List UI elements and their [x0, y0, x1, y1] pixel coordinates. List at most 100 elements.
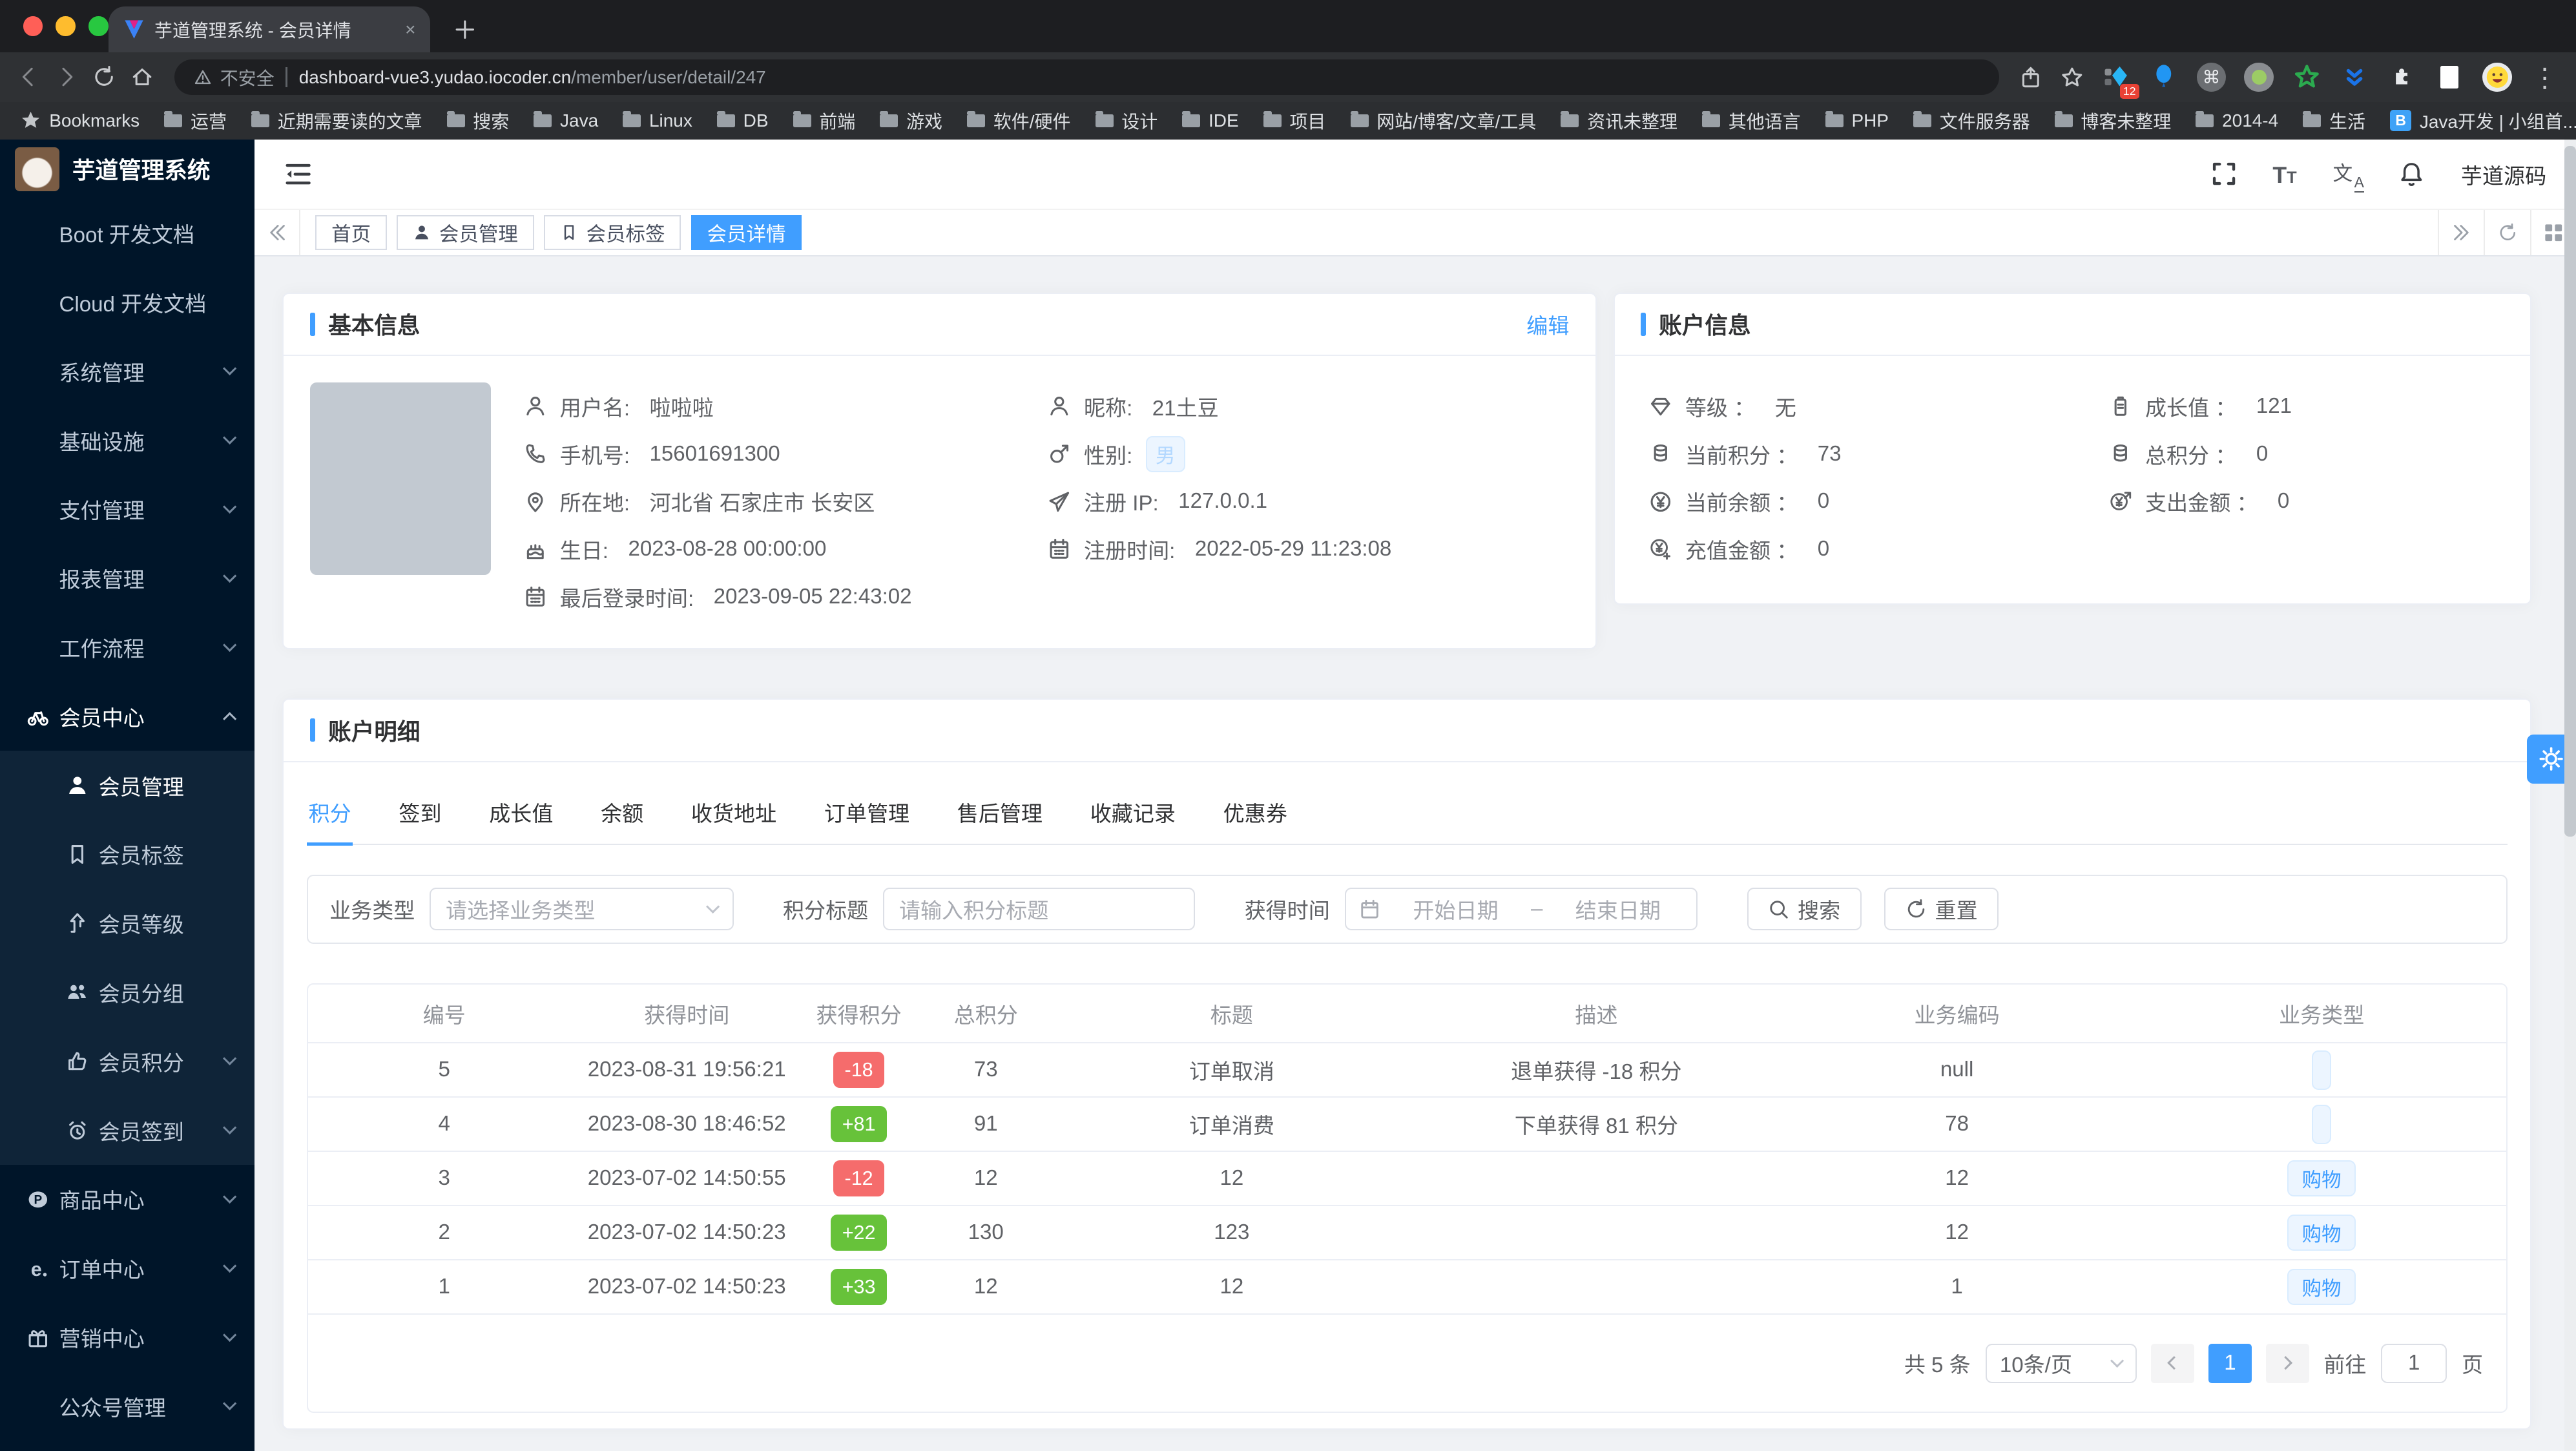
tab-balance[interactable]: 余额	[599, 785, 645, 844]
bookmark-folder[interactable]: 近期需要读的文章	[251, 108, 422, 134]
minimize-window-button[interactable]	[56, 16, 76, 36]
sidebar-item-member-level[interactable]: 会员等级	[0, 888, 255, 958]
bookmark-folder[interactable]: 博客未整理	[2054, 108, 2171, 134]
back-icon[interactable]	[16, 65, 41, 89]
extension-window-icon[interactable]	[2435, 63, 2464, 92]
zoom-window-button[interactable]	[88, 16, 109, 36]
bookmark-folder[interactable]: 游戏	[880, 108, 942, 134]
extension-pinia-icon[interactable]: 12	[2101, 63, 2139, 99]
biz-type-select[interactable]: 请选择业务类型	[430, 888, 734, 931]
forward-icon[interactable]	[54, 65, 79, 89]
sidebar-item-member-points[interactable]: 会员积分	[0, 1027, 255, 1096]
points-title-input[interactable]: 请输入积分标题	[883, 888, 1196, 931]
extension-command-icon[interactable]: ⌘	[2196, 62, 2227, 92]
user-account[interactable]: 芋道源码	[2461, 159, 2546, 190]
next-page-button[interactable]	[2266, 1343, 2309, 1383]
profile-avatar[interactable]	[2482, 62, 2512, 92]
extension-balloon-icon[interactable]	[2149, 63, 2179, 92]
collapse-sidebar-icon[interactable]	[284, 160, 312, 188]
extension-star-icon[interactable]	[2292, 63, 2322, 92]
tag-member-manage[interactable]: 会员管理	[397, 215, 534, 250]
page-1-button[interactable]: 1	[2208, 1343, 2252, 1383]
sidebar-item-official-account[interactable]: 公众号管理	[0, 1372, 254, 1441]
font-size-icon[interactable]: TT	[2272, 159, 2296, 189]
sidebar-item-boot-docs[interactable]: Boot 开发文档	[0, 199, 254, 268]
bookmark-java-dev[interactable]: B Java开发 | 小组首...	[2390, 108, 2576, 134]
scrollbar-track[interactable]	[2564, 140, 2576, 1451]
bookmark-folder[interactable]: 软件/硬件	[967, 108, 1070, 134]
tags-scroll-left-button[interactable]	[254, 209, 301, 255]
tab-address[interactable]: 收货地址	[689, 785, 778, 844]
sidebar-item-product-center[interactable]: P 商品中心	[0, 1165, 254, 1234]
bookmark-folder[interactable]: 2014-4	[2196, 110, 2278, 131]
sidebar-item-system[interactable]: 系统管理	[0, 337, 254, 406]
tab-points[interactable]: 积分	[307, 785, 353, 846]
tag-member-detail[interactable]: 会员详情	[691, 215, 802, 250]
tab-aftersale[interactable]: 售后管理	[955, 785, 1044, 844]
fullscreen-icon[interactable]	[2212, 162, 2236, 186]
sidebar-item-member-manage[interactable]: 会员管理	[0, 751, 255, 820]
bookmark-folder[interactable]: DB	[716, 110, 769, 131]
sidebar-item-workflow[interactable]: 工作流程	[0, 613, 254, 682]
tab-growth[interactable]: 成长值	[488, 785, 555, 844]
close-window-button[interactable]	[23, 16, 43, 36]
bookmark-folder[interactable]: Linux	[623, 110, 692, 131]
sidebar-item-order-center[interactable]: e 订单中心	[0, 1234, 254, 1303]
page-size-select[interactable]: 10条/页	[1985, 1343, 2137, 1383]
start-date[interactable]: 开始日期	[1390, 893, 1521, 924]
home-icon[interactable]	[130, 65, 154, 89]
tab-favorites[interactable]: 收藏记录	[1088, 785, 1177, 844]
sidebar-item-infra[interactable]: 基础设施	[0, 406, 254, 475]
bookmark-folder[interactable]: 资讯未整理	[1561, 108, 1678, 134]
sidebar-item-marketing-center[interactable]: 营销中心	[0, 1303, 254, 1372]
bookmarks-root[interactable]: Bookmarks	[20, 110, 140, 131]
app-logo[interactable]: 芋道管理系统	[0, 140, 254, 199]
goto-page-input[interactable]	[2381, 1343, 2447, 1383]
bell-icon[interactable]	[2398, 161, 2425, 187]
tab-signin[interactable]: 签到	[397, 785, 443, 844]
scrollbar-thumb[interactable]	[2564, 146, 2576, 837]
bookmark-folder[interactable]: 搜索	[446, 108, 509, 134]
date-range-picker[interactable]: 开始日期 – 结束日期	[1344, 888, 1698, 931]
tags-refresh-button[interactable]	[2484, 209, 2529, 255]
bookmark-folder[interactable]: 运营	[164, 108, 227, 134]
extension-chevrons-icon[interactable]	[2340, 63, 2369, 92]
reset-button[interactable]: 重置	[1884, 888, 1999, 931]
extension-dot-icon[interactable]	[2244, 62, 2274, 92]
tag-home[interactable]: 首页	[315, 215, 388, 250]
share-icon[interactable]	[2019, 66, 2042, 89]
new-tab-button[interactable]	[453, 18, 477, 41]
bookmark-folder[interactable]: 项目	[1263, 108, 1325, 134]
close-tab-icon[interactable]: ×	[405, 19, 415, 40]
tab-coupons[interactable]: 优惠券	[1221, 785, 1289, 844]
bookmark-folder[interactable]: IDE	[1182, 110, 1239, 131]
end-date[interactable]: 结束日期	[1553, 893, 1683, 924]
bookmark-folder[interactable]: 文件服务器	[1913, 108, 2030, 134]
tab-orders[interactable]: 订单管理	[822, 785, 911, 844]
bookmark-folder[interactable]: 设计	[1095, 108, 1158, 134]
edit-button[interactable]: 编辑	[1526, 309, 1569, 340]
sidebar-item-report[interactable]: 报表管理	[0, 544, 254, 613]
security-chip[interactable]: 不安全	[194, 65, 275, 90]
sidebar-item-member-signin[interactable]: 会员签到	[0, 1096, 255, 1165]
bookmark-star-icon[interactable]	[2061, 66, 2084, 89]
sidebar-item-cloud-docs[interactable]: Cloud 开发文档	[0, 268, 254, 337]
reload-icon[interactable]	[92, 65, 116, 89]
bookmark-folder[interactable]: 网站/博客/文章/工具	[1350, 108, 1536, 134]
browser-menu-icon[interactable]: ⋮	[2530, 63, 2560, 92]
sidebar-item-member-group[interactable]: 会员分组	[0, 957, 255, 1027]
browser-tab[interactable]: 芋道管理系统 - 会员详情 ×	[108, 6, 431, 53]
language-icon[interactable]: 文A	[2333, 161, 2364, 193]
sidebar-item-payment[interactable]: 支付管理	[0, 475, 254, 544]
bookmark-folder[interactable]: 前端	[793, 108, 855, 134]
bookmark-folder[interactable]: 生活	[2303, 108, 2365, 134]
address-bar[interactable]: 不安全 dashboard-vue3.yudao.iocoder.cn/memb…	[174, 59, 2000, 96]
bookmark-folder[interactable]: 其他语言	[1702, 108, 1801, 134]
sidebar-item-member-tag[interactable]: 会员标签	[0, 820, 255, 889]
search-button[interactable]: 搜索	[1747, 888, 1862, 931]
prev-page-button[interactable]	[2151, 1343, 2194, 1383]
tag-member-tag[interactable]: 会员标签	[543, 215, 681, 250]
tags-scroll-right-button[interactable]	[2438, 209, 2484, 255]
bookmark-folder[interactable]: Java	[534, 110, 598, 131]
extensions-puzzle-icon[interactable]	[2387, 63, 2417, 92]
